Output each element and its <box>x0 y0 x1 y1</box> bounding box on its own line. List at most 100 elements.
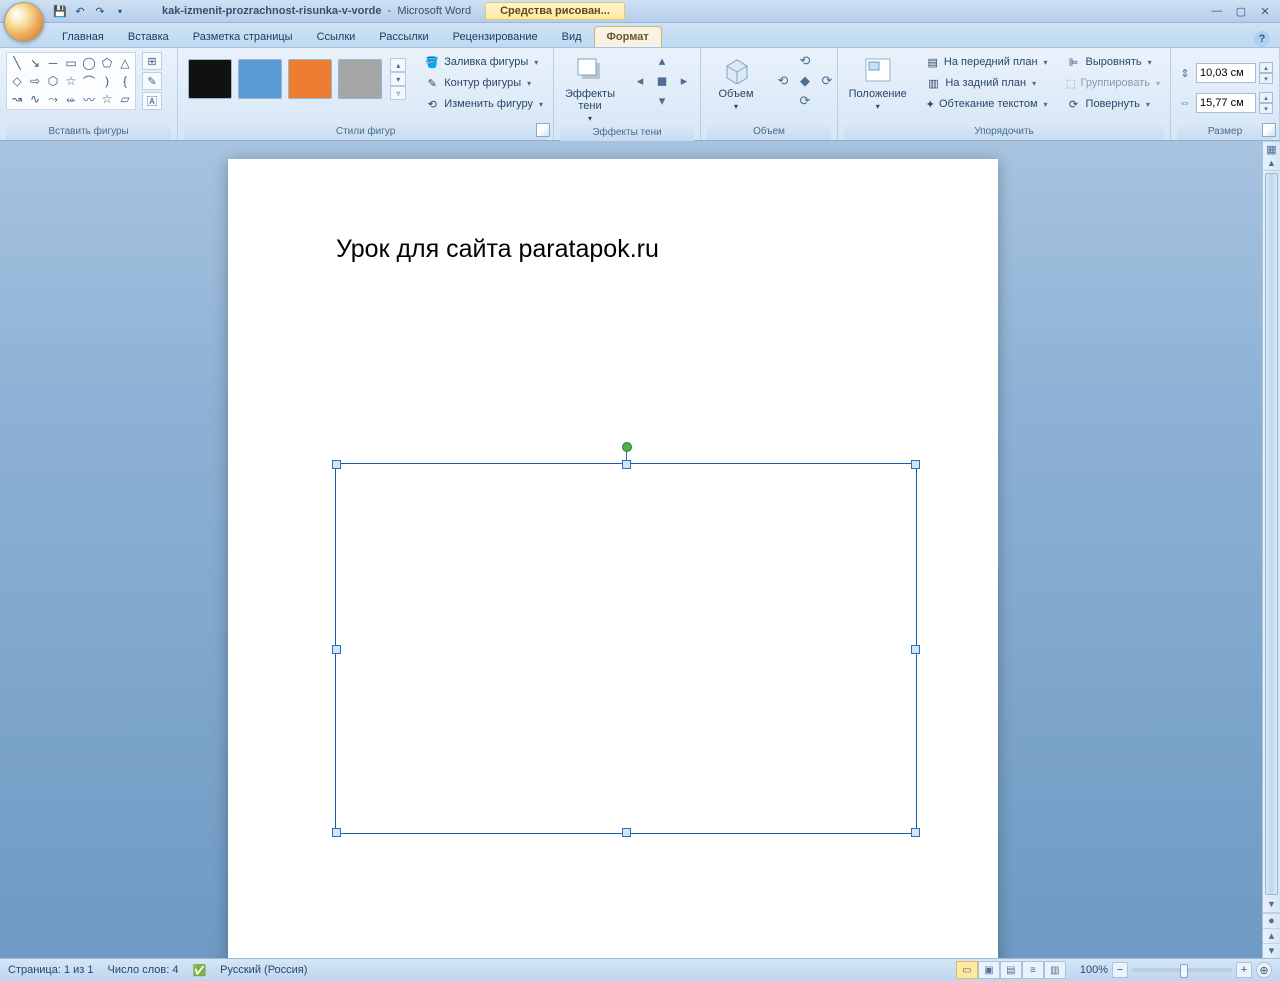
zoom-fit-button[interactable]: ⊕ <box>1256 962 1272 978</box>
prev-page-icon[interactable]: ▴ <box>1263 928 1280 943</box>
browse-object-icon[interactable]: ● <box>1263 913 1280 928</box>
resize-handle-tl[interactable] <box>332 460 341 469</box>
send-back-icon: ▥ <box>925 75 941 91</box>
context-tab-drawing-tools[interactable]: Средства рисован... <box>485 2 625 20</box>
zoom-value[interactable]: 100% <box>1080 964 1108 976</box>
qat-dropdown-icon[interactable]: ▾ <box>112 3 128 19</box>
tab-insert[interactable]: Вставка <box>116 27 181 47</box>
width-up[interactable]: ▴ <box>1259 92 1273 103</box>
tilt-up-icon[interactable]: ⟲ <box>795 52 815 70</box>
view-print-layout[interactable]: ▭ <box>956 961 978 979</box>
resize-handle-b[interactable] <box>622 828 631 837</box>
proofing-icon[interactable]: ✅ <box>192 964 206 977</box>
tab-references[interactable]: Ссылки <box>305 27 368 47</box>
tilt-center-icon[interactable]: ◆ <box>795 72 815 90</box>
change-shape-button[interactable]: ⟲Изменить фигуру▾ <box>420 94 547 114</box>
scroll-up-icon[interactable]: ▲ <box>1263 156 1280 171</box>
position-button[interactable]: Положение▾ <box>844 52 911 113</box>
tab-format[interactable]: Формат <box>594 26 662 47</box>
scroll-thumb[interactable] <box>1265 173 1278 895</box>
shapes-gallery[interactable]: ╲↘─▭◯⬠△ ◇⇨⬡☆⌒){ ↝∿⤳⬰〰☆▱ <box>6 52 136 110</box>
ruler-toggle-icon[interactable]: ▦ <box>1263 141 1280 156</box>
style-swatch-orange[interactable] <box>288 59 332 99</box>
zoom-in-button[interactable]: + <box>1236 962 1252 978</box>
resize-handle-t[interactable] <box>622 460 631 469</box>
minimize-button[interactable]: — <box>1208 4 1226 18</box>
shadow-center-icon[interactable]: ◼ <box>652 72 672 90</box>
group-button[interactable]: ⬚Группировать▾ <box>1062 73 1164 93</box>
text-wrap-button[interactable]: ✦Обтекание текстом▾ <box>921 94 1051 114</box>
group-label-shape-styles: Стили фигур <box>184 124 547 140</box>
send-to-back-button[interactable]: ▥На задний план▾ <box>921 73 1051 93</box>
view-full-screen[interactable]: ▣ <box>978 961 1000 979</box>
styles-more-icon[interactable]: ▿ <box>390 86 406 100</box>
style-swatch-black[interactable] <box>188 59 232 99</box>
align-icon: ⊫ <box>1066 54 1082 70</box>
tilt-down-icon[interactable]: ⟳ <box>795 92 815 110</box>
bring-to-front-button[interactable]: ▤На передний план▾ <box>921 52 1051 72</box>
vertical-scrollbar[interactable]: ▦ ▲ ▼ ● ▴ ▾ <box>1262 141 1280 958</box>
view-draft[interactable]: ▥ <box>1044 961 1066 979</box>
shapes-more-icon[interactable]: ⊞ <box>142 52 162 70</box>
height-input[interactable] <box>1196 63 1256 83</box>
scroll-down-icon[interactable]: ▼ <box>1263 897 1280 912</box>
close-button[interactable]: ✕ <box>1256 4 1274 18</box>
tab-home[interactable]: Главная <box>50 27 116 47</box>
view-outline[interactable]: ≡ <box>1022 961 1044 979</box>
document-workspace[interactable]: Урок для сайта paratapok.ru ▦ ▲ ▼ ● ▴ ▾ <box>0 141 1280 958</box>
group-icon: ⬚ <box>1066 75 1077 91</box>
tab-mailings[interactable]: Рассылки <box>367 27 440 47</box>
zoom-knob[interactable] <box>1180 964 1188 978</box>
shadow-effects-button[interactable]: Эффекты тени▾ <box>560 52 620 125</box>
office-button[interactable] <box>4 2 44 42</box>
resize-handle-r[interactable] <box>911 645 920 654</box>
status-word-count[interactable]: Число слов: 4 <box>108 964 179 976</box>
zoom-slider[interactable] <box>1132 968 1232 972</box>
status-language[interactable]: Русский (Россия) <box>220 964 307 976</box>
style-swatch-blue[interactable] <box>238 59 282 99</box>
zoom-out-button[interactable]: − <box>1112 962 1128 978</box>
shadow-left-icon[interactable]: ◂ <box>630 72 650 90</box>
3d-effects-button[interactable]: Объем▾ <box>707 52 765 113</box>
rotate-button[interactable]: ⟳Повернуть▾ <box>1062 94 1164 114</box>
align-button[interactable]: ⊫Выровнять▾ <box>1062 52 1164 72</box>
maximize-button[interactable]: ▢ <box>1232 4 1250 18</box>
style-swatch-gray[interactable] <box>338 59 382 99</box>
redo-icon[interactable]: ↷ <box>92 3 108 19</box>
tab-review[interactable]: Рецензирование <box>441 27 550 47</box>
styles-scroll-down-icon[interactable]: ▾ <box>390 72 406 86</box>
resize-handle-br[interactable] <box>911 828 920 837</box>
next-page-icon[interactable]: ▾ <box>1263 943 1280 958</box>
resize-handle-tr[interactable] <box>911 460 920 469</box>
tilt-right-icon[interactable]: ⟳ <box>817 72 837 90</box>
width-down[interactable]: ▾ <box>1259 103 1273 114</box>
status-page[interactable]: Страница: 1 из 1 <box>8 964 94 976</box>
height-down[interactable]: ▾ <box>1259 73 1273 84</box>
undo-icon[interactable]: ↶ <box>72 3 88 19</box>
view-web-layout[interactable]: ▤ <box>1000 961 1022 979</box>
tab-page-layout[interactable]: Разметка страницы <box>181 27 305 47</box>
selected-rectangle-shape[interactable] <box>335 463 917 834</box>
height-up[interactable]: ▴ <box>1259 62 1273 73</box>
shadow-up-icon[interactable]: ▴ <box>652 52 672 70</box>
edit-shape-icon[interactable]: ✎ <box>142 72 162 90</box>
resize-handle-bl[interactable] <box>332 828 341 837</box>
rotation-handle[interactable] <box>622 442 632 452</box>
shadow-down-icon[interactable]: ▾ <box>652 92 672 110</box>
styles-scroll-up-icon[interactable]: ▴ <box>390 58 406 72</box>
group-label-insert-shapes: Вставить фигуры <box>6 124 171 140</box>
shadow-right-icon[interactable]: ▸ <box>674 72 694 90</box>
save-icon[interactable]: 💾 <box>52 3 68 19</box>
shape-outline-button[interactable]: ✎Контур фигуры▾ <box>420 73 547 93</box>
text-box-icon[interactable]: 🄰 <box>142 92 162 110</box>
shape-styles-gallery[interactable]: ▴ ▾ ▿ <box>184 52 410 106</box>
tab-view[interactable]: Вид <box>550 27 594 47</box>
tilt-left-icon[interactable]: ⟲ <box>773 72 793 90</box>
resize-handle-l[interactable] <box>332 645 341 654</box>
width-input[interactable] <box>1196 93 1256 113</box>
help-icon[interactable]: ? <box>1254 31 1270 47</box>
position-icon <box>862 54 894 86</box>
document-text[interactable]: Урок для сайта paratapok.ru <box>336 235 659 264</box>
rotate-icon: ⟳ <box>1066 96 1082 112</box>
shape-fill-button[interactable]: 🪣Заливка фигуры▾ <box>420 52 547 72</box>
